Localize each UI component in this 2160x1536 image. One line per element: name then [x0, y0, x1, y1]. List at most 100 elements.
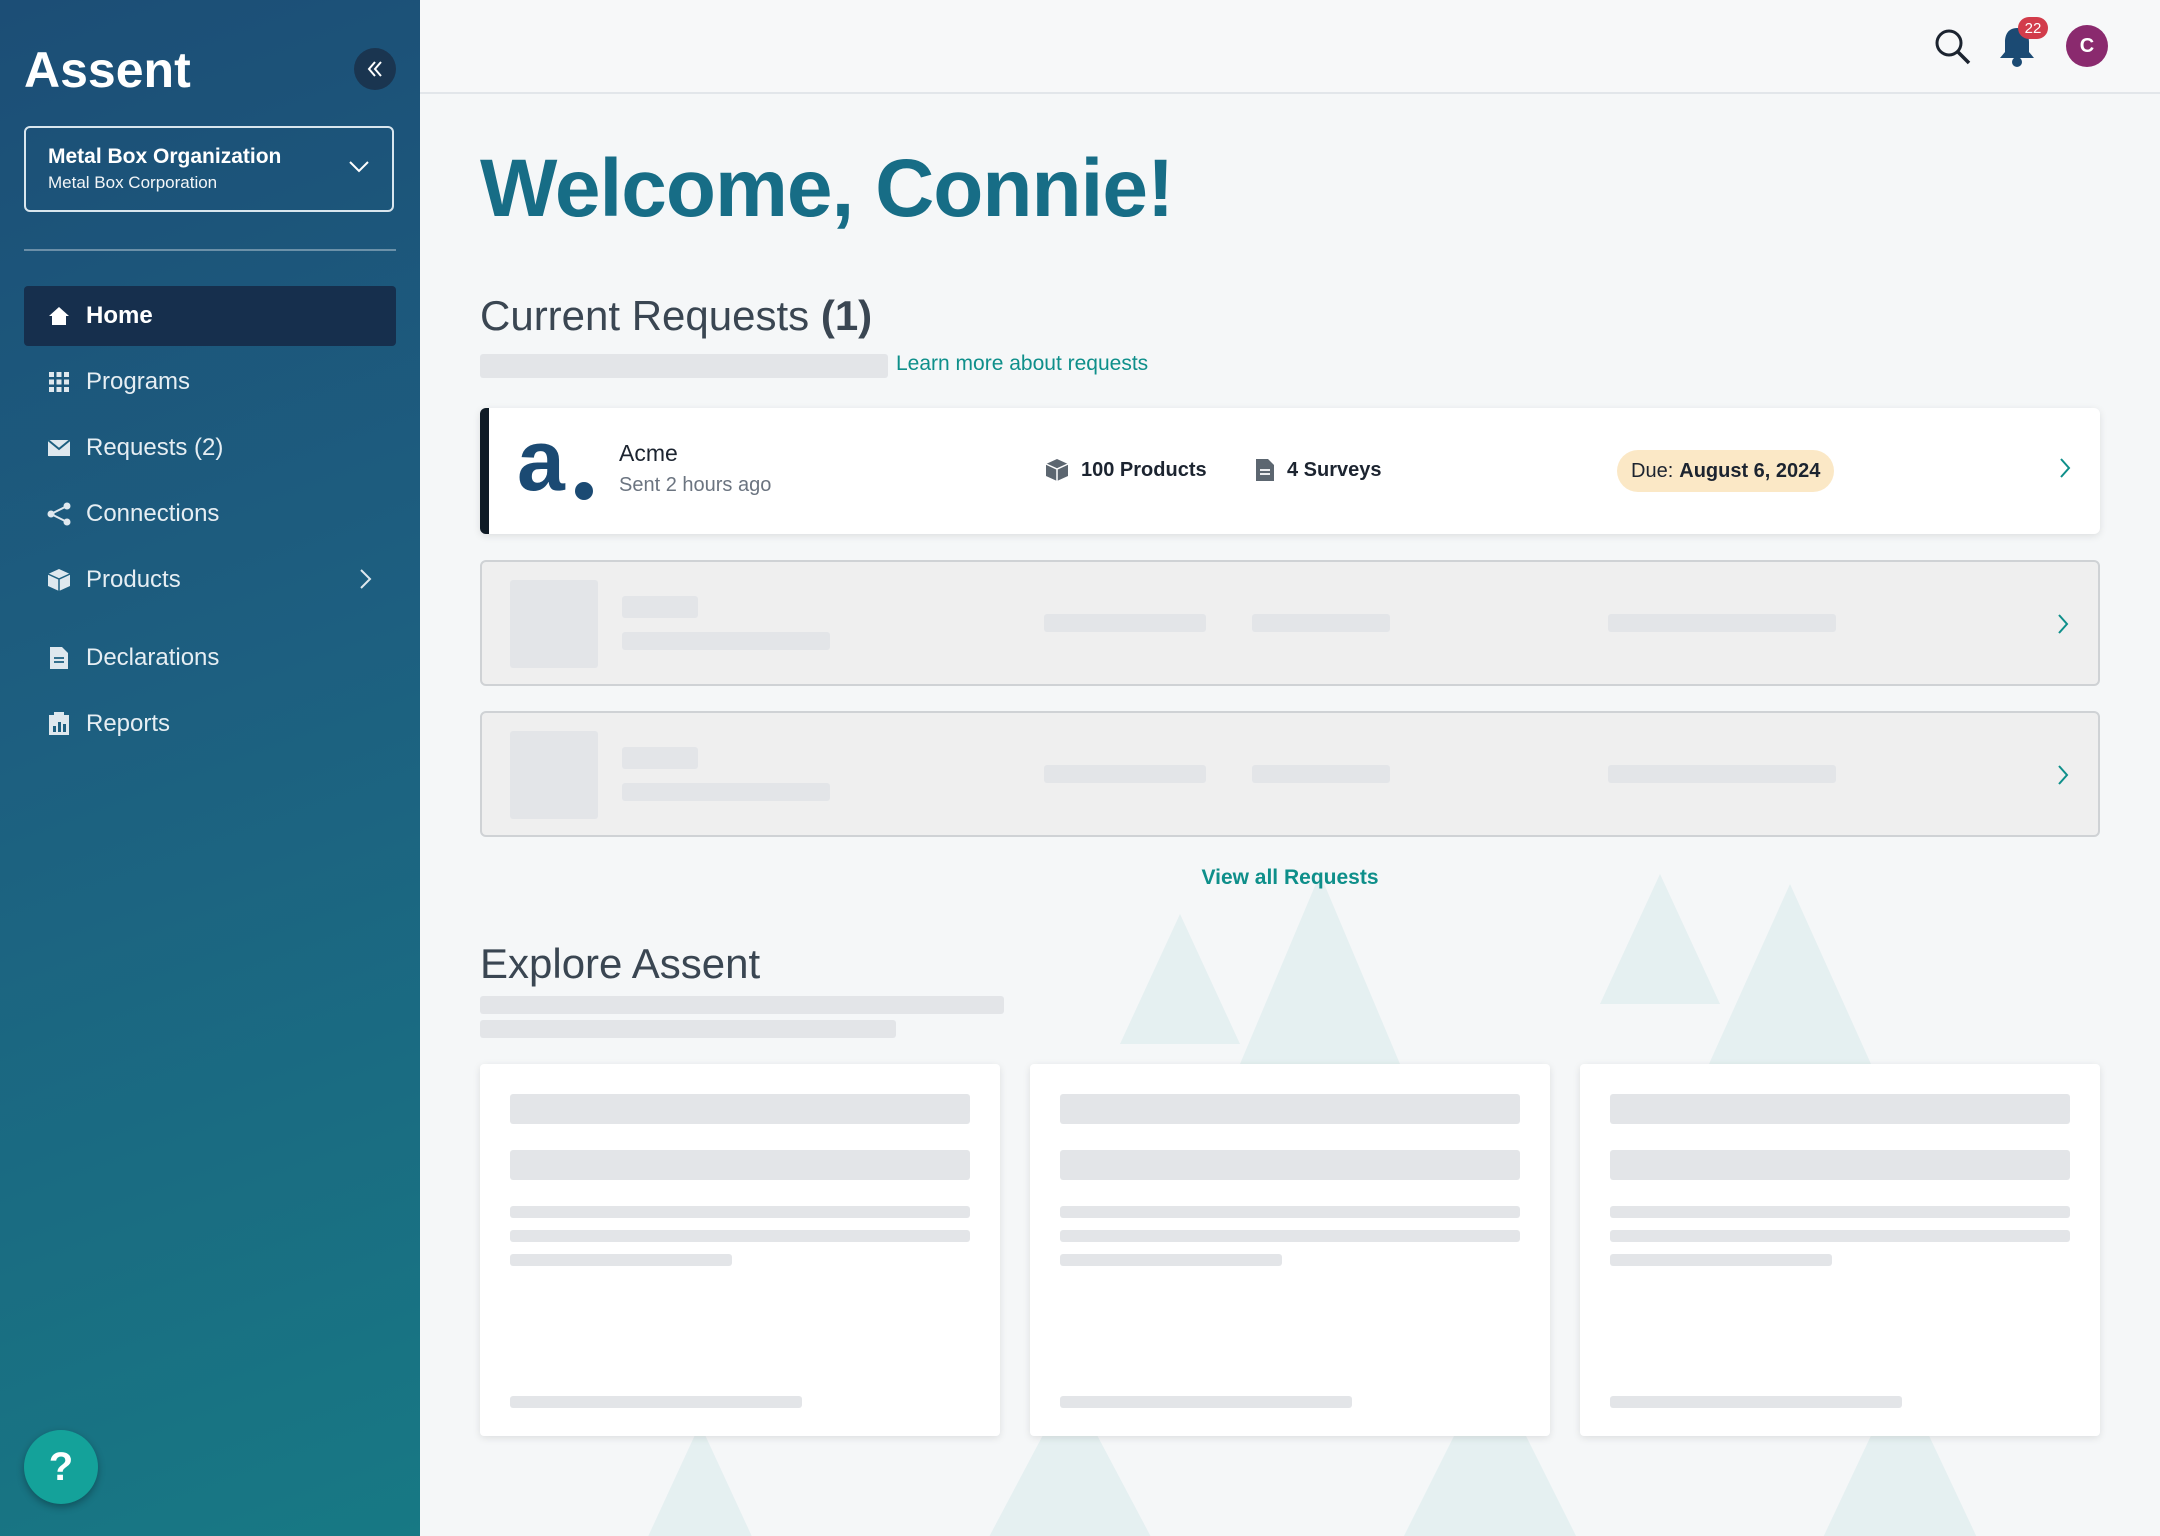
logo-dot: [575, 482, 593, 500]
sidebar-item-label: Products: [86, 566, 181, 593]
due-label: Due:: [1631, 459, 1674, 482]
skeleton-line: [1610, 1396, 1902, 1408]
skeleton-line: [510, 1206, 970, 1218]
skeleton-line: [622, 747, 698, 769]
sidebar-item-home[interactable]: Home: [24, 286, 396, 346]
sidebar-item-declarations[interactable]: Declarations: [24, 628, 396, 688]
request-card-placeholder[interactable]: [480, 560, 2100, 686]
avatar-initial: C: [2079, 34, 2095, 57]
clipboard-chart-icon: [46, 711, 72, 737]
envelope-icon: [46, 435, 72, 461]
sidebar-item-label: Requests (2): [86, 434, 224, 461]
request-card[interactable]: a Acme Sent 2 hours ago 100 Products 4 S…: [480, 408, 2100, 534]
logo-letter: a: [517, 413, 565, 509]
notification-count: 22: [2024, 19, 2042, 37]
skeleton-line: [480, 996, 1004, 1014]
skeleton-line: [1252, 614, 1390, 632]
org-subtitle: Metal Box Corporation: [48, 173, 218, 192]
skeleton-line: [1610, 1150, 2070, 1180]
sidebar-item-programs[interactable]: Programs: [24, 352, 396, 412]
skeleton-line: [1608, 614, 1836, 632]
skeleton-logo: [510, 580, 598, 668]
main-content: Welcome, Connie! Current Requests (1) Le…: [420, 94, 2160, 1536]
chevron-down-icon: [349, 161, 369, 173]
background-triangle: [1700, 884, 1880, 1084]
sidebar-item-label: Home: [86, 302, 153, 329]
user-avatar[interactable]: C: [2066, 25, 2108, 67]
skeleton-line: [622, 632, 830, 650]
products-label: 100 Products: [1081, 458, 1207, 481]
skeleton-line: [1610, 1230, 2070, 1242]
chevron-right-icon: [360, 569, 372, 589]
box-icon: [1045, 459, 1069, 481]
request-sent-time: Sent 2 hours ago: [619, 474, 772, 496]
sidebar-item-label: Declarations: [86, 644, 220, 671]
skeleton-line: [1060, 1396, 1352, 1408]
learn-more-link[interactable]: Learn more about requests: [896, 352, 1148, 376]
explore-card[interactable]: [480, 1064, 1000, 1436]
sidebar-divider: [24, 249, 396, 251]
document-icon: [46, 645, 72, 671]
home-icon: [46, 303, 72, 329]
skeleton-line: [510, 1396, 802, 1408]
skeleton-line: [1044, 614, 1206, 632]
skeleton-line: [1060, 1150, 1520, 1180]
view-all-requests-link[interactable]: View all Requests: [420, 866, 2160, 890]
skeleton-line: [622, 596, 698, 618]
skeleton-line: [510, 1230, 970, 1242]
collapse-sidebar-button[interactable]: [354, 48, 396, 90]
share-icon: [46, 501, 72, 527]
current-requests-heading: Current Requests (1): [480, 292, 872, 340]
current-requests-title: Current Requests: [480, 292, 810, 339]
skeleton-line: [1608, 765, 1836, 783]
company-logo: a: [517, 418, 601, 504]
skeleton-line: [510, 1254, 732, 1266]
sidebar-item-label: Connections: [86, 500, 220, 527]
skeleton-line: [1252, 765, 1390, 783]
explore-assent-heading: Explore Assent: [480, 940, 761, 987]
surveys-label: 4 Surveys: [1287, 458, 1382, 481]
chevron-right-icon[interactable]: [2058, 456, 2072, 480]
products-count: 100 Products: [1045, 458, 1207, 482]
skeleton-line: [1044, 765, 1206, 783]
background-triangle: [1120, 914, 1240, 1044]
current-requests-count: (1): [820, 292, 873, 339]
skeleton-line: [1060, 1230, 1520, 1242]
explore-card[interactable]: [1580, 1064, 2100, 1436]
request-card-placeholder[interactable]: [480, 711, 2100, 837]
top-bar: 22 C: [420, 0, 2160, 94]
background-triangle: [1240, 874, 1400, 1064]
sidebar-item-products[interactable]: Products: [24, 550, 396, 610]
sidebar-item-connections[interactable]: Connections: [24, 484, 396, 544]
explore-card[interactable]: [1030, 1064, 1550, 1436]
box-icon: [46, 567, 72, 593]
skeleton-line: [1610, 1254, 1832, 1266]
sidebar-item-reports[interactable]: Reports: [24, 694, 396, 754]
organization-selector[interactable]: Metal Box Organization Metal Box Corpora…: [24, 126, 394, 212]
sidebar: Assent Metal Box Organization Metal Box …: [0, 0, 420, 1536]
search-icon[interactable]: [1932, 26, 1972, 66]
background-triangle: [640, 1424, 760, 1536]
logo-text: Assent: [24, 42, 191, 98]
due-date-badge: Due: August 6, 2024: [1617, 450, 1835, 492]
help-button[interactable]: ?: [24, 1430, 98, 1504]
skeleton-logo: [510, 731, 598, 819]
surveys-count: 4 Surveys: [1255, 458, 1382, 482]
skeleton-line: [1610, 1094, 2070, 1124]
sidebar-item-requests[interactable]: Requests (2): [24, 418, 396, 478]
document-icon: [1256, 459, 1274, 481]
chevron-right-icon: [2058, 614, 2069, 634]
skeleton-line: [1060, 1206, 1520, 1218]
skeleton-line: [622, 783, 830, 801]
skeleton-line: [1060, 1094, 1520, 1124]
help-label: ?: [48, 1444, 74, 1489]
request-company-name: Acme: [619, 440, 678, 466]
sidebar-item-label: Reports: [86, 710, 171, 737]
skeleton-line: [1610, 1206, 2070, 1218]
sidebar-item-label: Programs: [86, 368, 191, 395]
skeleton-line: [510, 1094, 970, 1124]
skeleton-line: [480, 1020, 896, 1038]
org-name: Metal Box Organization: [48, 145, 282, 168]
welcome-heading: Welcome, Connie!: [480, 143, 1174, 234]
assent-logo[interactable]: Assent: [24, 40, 191, 100]
